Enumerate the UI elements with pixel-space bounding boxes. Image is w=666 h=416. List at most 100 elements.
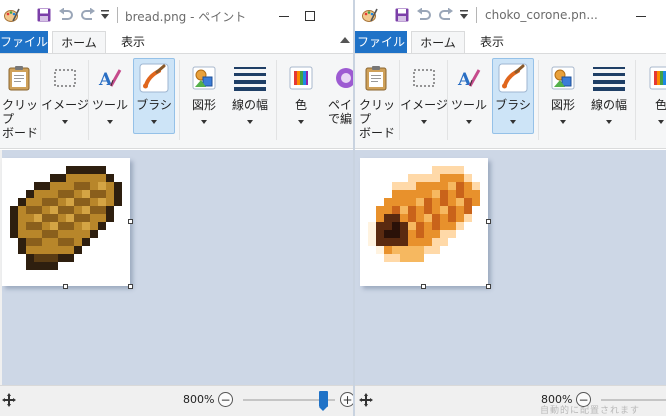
undo-icon[interactable] <box>57 6 75 24</box>
colors-button[interactable]: 色 <box>643 58 666 144</box>
paint3d-icon <box>330 62 353 94</box>
title-separator <box>476 7 477 23</box>
chevron-down-icon <box>151 120 157 124</box>
move-cursor-icon <box>359 393 373 407</box>
zoom-in-button[interactable]: + <box>340 392 353 407</box>
redo-icon[interactable] <box>437 6 455 24</box>
size-label: 線の幅 <box>231 98 268 112</box>
clipboard-label: クリップ ボード <box>359 98 396 140</box>
clipboard-icon <box>360 62 392 94</box>
canvas-area[interactable] <box>0 150 353 385</box>
paint-app-icon[interactable] <box>361 6 379 24</box>
zoom-slider-thumb[interactable] <box>319 391 328 411</box>
chevron-down-icon <box>560 120 566 124</box>
collapse-ribbon-icon[interactable] <box>340 37 350 43</box>
undo-icon[interactable] <box>415 6 433 24</box>
tools-button[interactable]: A ツール <box>449 58 489 144</box>
brush-label: ブラシ <box>495 98 531 112</box>
shapes-icon <box>547 62 579 94</box>
image-button[interactable]: イメージ <box>400 58 448 144</box>
chevron-down-icon <box>62 120 68 124</box>
colors-icon <box>645 62 666 94</box>
resize-handle-corner[interactable] <box>486 284 491 289</box>
shapes-label: 図形 <box>550 98 575 112</box>
colors-button[interactable]: 色 <box>283 58 319 144</box>
ribbon: クリップ ボード イメージ A ツール ブラシ <box>0 53 353 149</box>
colors-icon <box>285 62 317 94</box>
tab-view[interactable]: 表示 <box>469 31 515 53</box>
maximize-button[interactable] <box>287 0 333 31</box>
zoom-slider-track[interactable] <box>601 399 666 401</box>
image-label: イメージ <box>41 98 89 112</box>
chevron-down-icon <box>510 120 516 124</box>
tools-button[interactable]: A ツール <box>90 58 130 144</box>
line-width-icon <box>593 62 625 94</box>
select-icon <box>408 62 440 94</box>
resize-handle-right[interactable] <box>486 219 491 224</box>
image-button[interactable]: イメージ <box>41 58 89 144</box>
clipboard-button[interactable]: クリップ ボード <box>2 58 38 144</box>
status-bar: 自動的に配置されます 800% − <box>355 385 666 416</box>
choko-cornet-pixel-art <box>368 166 480 262</box>
paint-window-choko: choko_corone.pn... ファイル ホーム 表示 クリップ ボード … <box>355 0 666 416</box>
shapes-icon <box>188 62 220 94</box>
minimize-button[interactable] <box>618 0 664 31</box>
paint3d-button[interactable]: ペイン で編 <box>326 58 353 144</box>
move-cursor-icon <box>2 393 16 407</box>
title-bar: choko_corone.pn... <box>355 0 666 31</box>
shapes-button[interactable]: 図形 <box>184 58 224 144</box>
tools-label: ツール <box>91 98 128 112</box>
tab-view[interactable]: 表示 <box>110 31 156 53</box>
redo-icon[interactable] <box>79 6 97 24</box>
status-bar: 800% − + <box>0 385 353 416</box>
brush-button[interactable]: ブラシ <box>133 58 175 144</box>
save-icon[interactable] <box>393 6 411 24</box>
brush-button[interactable]: ブラシ <box>492 58 534 144</box>
save-icon[interactable] <box>35 6 53 24</box>
image-label: イメージ <box>400 98 448 112</box>
shapes-button[interactable]: 図形 <box>543 58 583 144</box>
resize-handle-bottom[interactable] <box>63 284 68 289</box>
tools-icon: A <box>453 62 485 94</box>
colors-label: 色 <box>654 98 666 112</box>
chevron-down-icon <box>466 120 472 124</box>
zoom-level: 800% <box>183 393 215 406</box>
customize-arrow-icon[interactable] <box>98 6 112 24</box>
zoom-out-button[interactable]: − <box>218 392 233 407</box>
zoom-level: 800% <box>541 393 573 406</box>
tab-file[interactable]: ファイル <box>0 31 48 53</box>
customize-arrow-icon[interactable] <box>457 6 471 24</box>
ribbon-tabs: ファイル ホーム 表示 <box>0 31 353 53</box>
line-width-icon <box>234 62 266 94</box>
title-separator <box>117 7 118 23</box>
chevron-down-icon <box>421 120 427 124</box>
paint3d-label: ペイン で編 <box>328 98 353 126</box>
canvas-image[interactable] <box>2 158 133 289</box>
title-bar: bread.png - ペイント <box>0 0 353 31</box>
canvas-image[interactable] <box>360 158 491 289</box>
tools-label: ツール <box>450 98 487 112</box>
resize-handle-right[interactable] <box>128 219 133 224</box>
paint-window-bread: bread.png - ペイント ファイル ホーム 表示 クリップ ボード イメ… <box>0 0 353 416</box>
tools-icon: A <box>94 62 126 94</box>
ribbon: クリップ ボード イメージ A ツール ブラシ <box>355 53 666 149</box>
brush-label: ブラシ <box>136 98 172 112</box>
group-separator <box>635 60 636 140</box>
canvas-area[interactable] <box>355 150 666 385</box>
clipboard-button[interactable]: クリップ ボード <box>359 58 395 144</box>
shapes-label: 図形 <box>191 98 216 112</box>
tab-home[interactable]: ホーム <box>411 31 465 53</box>
tab-file[interactable]: ファイル <box>355 31 407 53</box>
size-label: 線の幅 <box>590 98 627 112</box>
resize-handle-corner[interactable] <box>128 284 133 289</box>
resize-handle-bottom[interactable] <box>421 284 426 289</box>
size-button[interactable]: 線の幅 <box>589 58 629 144</box>
clipboard-icon <box>3 62 35 94</box>
chevron-down-icon <box>201 120 207 124</box>
tab-home[interactable]: ホーム <box>52 31 106 53</box>
paint-app-icon[interactable] <box>3 6 21 24</box>
chevron-down-icon <box>298 120 304 124</box>
zoom-out-button[interactable]: − <box>576 392 591 407</box>
chevron-down-icon <box>606 120 612 124</box>
size-button[interactable]: 線の幅 <box>230 58 270 144</box>
